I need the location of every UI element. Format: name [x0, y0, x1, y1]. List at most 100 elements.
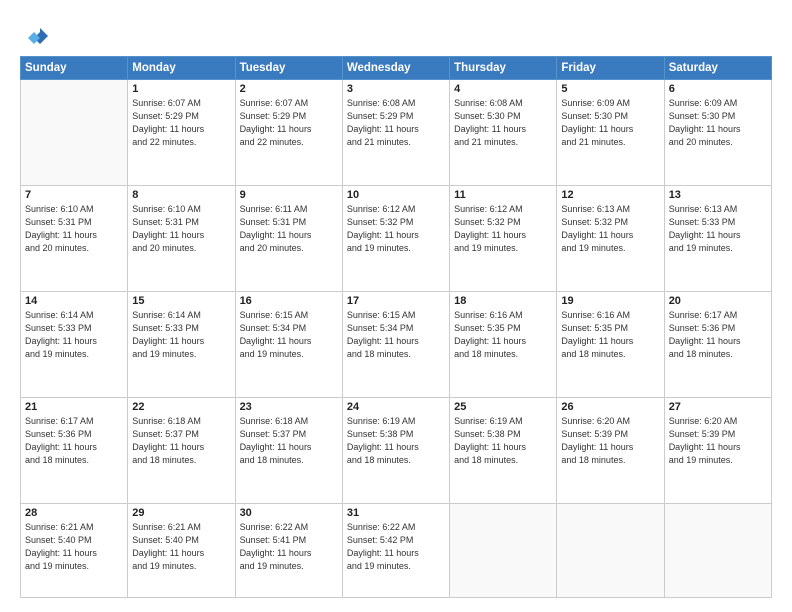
day-number: 10: [347, 189, 445, 201]
day-info: Sunrise: 6:15 AM Sunset: 5:34 PM Dayligh…: [347, 309, 445, 361]
calendar-cell: 11 Sunrise: 6:12 AM Sunset: 5:32 PM Dayli…: [450, 185, 557, 291]
day-info: Sunrise: 6:09 AM Sunset: 5:30 PM Dayligh…: [669, 97, 767, 149]
calendar-cell: 21 Sunrise: 6:17 AM Sunset: 5:36 PM Dayli…: [21, 397, 128, 503]
weekday-header-row: SundayMondayTuesdayWednesdayThursdayFrid…: [21, 57, 772, 80]
day-number: 19: [561, 295, 659, 307]
day-info: Sunrise: 6:14 AM Sunset: 5:33 PM Dayligh…: [25, 309, 123, 361]
day-number: 6: [669, 83, 767, 95]
calendar-cell: 18 Sunrise: 6:16 AM Sunset: 5:35 PM Dayli…: [450, 291, 557, 397]
calendar-cell: 2 Sunrise: 6:07 AM Sunset: 5:29 PM Daylig…: [235, 80, 342, 186]
weekday-header-saturday: Saturday: [664, 57, 771, 80]
weekday-header-monday: Monday: [128, 57, 235, 80]
day-number: 12: [561, 189, 659, 201]
calendar-cell: 25 Sunrise: 6:19 AM Sunset: 5:38 PM Dayli…: [450, 397, 557, 503]
day-info: Sunrise: 6:08 AM Sunset: 5:29 PM Dayligh…: [347, 97, 445, 149]
day-info: Sunrise: 6:13 AM Sunset: 5:32 PM Dayligh…: [561, 203, 659, 255]
calendar-week-4: 21 Sunrise: 6:17 AM Sunset: 5:36 PM Dayli…: [21, 397, 772, 503]
weekday-header-thursday: Thursday: [450, 57, 557, 80]
day-number: 15: [132, 295, 230, 307]
day-info: Sunrise: 6:21 AM Sunset: 5:40 PM Dayligh…: [132, 521, 230, 573]
day-number: 20: [669, 295, 767, 307]
day-number: 7: [25, 189, 123, 201]
day-info: Sunrise: 6:18 AM Sunset: 5:37 PM Dayligh…: [132, 415, 230, 467]
day-number: 30: [240, 507, 338, 519]
day-number: 31: [347, 507, 445, 519]
day-number: 25: [454, 401, 552, 413]
calendar-cell: 23 Sunrise: 6:18 AM Sunset: 5:37 PM Dayli…: [235, 397, 342, 503]
day-info: Sunrise: 6:12 AM Sunset: 5:32 PM Dayligh…: [454, 203, 552, 255]
calendar-cell: 28 Sunrise: 6:21 AM Sunset: 5:40 PM Dayli…: [21, 503, 128, 598]
calendar-cell: 26 Sunrise: 6:20 AM Sunset: 5:39 PM Dayli…: [557, 397, 664, 503]
calendar-cell: 19 Sunrise: 6:16 AM Sunset: 5:35 PM Dayli…: [557, 291, 664, 397]
calendar-cell: 10 Sunrise: 6:12 AM Sunset: 5:32 PM Dayli…: [342, 185, 449, 291]
day-info: Sunrise: 6:21 AM Sunset: 5:40 PM Dayligh…: [25, 521, 123, 573]
weekday-header-sunday: Sunday: [21, 57, 128, 80]
day-info: Sunrise: 6:07 AM Sunset: 5:29 PM Dayligh…: [132, 97, 230, 149]
day-info: Sunrise: 6:22 AM Sunset: 5:41 PM Dayligh…: [240, 521, 338, 573]
day-number: 18: [454, 295, 552, 307]
day-info: Sunrise: 6:09 AM Sunset: 5:30 PM Dayligh…: [561, 97, 659, 149]
calendar-week-3: 14 Sunrise: 6:14 AM Sunset: 5:33 PM Dayli…: [21, 291, 772, 397]
day-number: 11: [454, 189, 552, 201]
calendar-cell: 4Sunrise: 6:08 AM Sunset: 5:30 PM Daylig…: [450, 80, 557, 186]
calendar-cell: 15 Sunrise: 6:14 AM Sunset: 5:33 PM Dayli…: [128, 291, 235, 397]
day-number: 26: [561, 401, 659, 413]
day-number: 13: [669, 189, 767, 201]
day-number: 23: [240, 401, 338, 413]
day-number: 17: [347, 295, 445, 307]
calendar-cell: [450, 503, 557, 598]
day-info: Sunrise: 6:17 AM Sunset: 5:36 PM Dayligh…: [669, 309, 767, 361]
day-info: Sunrise: 6:17 AM Sunset: 5:36 PM Dayligh…: [25, 415, 123, 467]
calendar-cell: 30 Sunrise: 6:22 AM Sunset: 5:41 PM Dayli…: [235, 503, 342, 598]
calendar-cell: 17 Sunrise: 6:15 AM Sunset: 5:34 PM Dayli…: [342, 291, 449, 397]
calendar-cell: 12 Sunrise: 6:13 AM Sunset: 5:32 PM Dayli…: [557, 185, 664, 291]
calendar-week-1: 1 Sunrise: 6:07 AM Sunset: 5:29 PM Daylig…: [21, 80, 772, 186]
day-number: 8: [132, 189, 230, 201]
day-number: 1: [132, 83, 230, 95]
day-info: Sunrise: 6:14 AM Sunset: 5:33 PM Dayligh…: [132, 309, 230, 361]
page: SundayMondayTuesdayWednesdayThursdayFrid…: [0, 0, 792, 612]
day-info: Sunrise: 6:16 AM Sunset: 5:35 PM Dayligh…: [454, 309, 552, 361]
day-info: Sunrise: 6:20 AM Sunset: 5:39 PM Dayligh…: [669, 415, 767, 467]
calendar-cell: 20 Sunrise: 6:17 AM Sunset: 5:36 PM Dayli…: [664, 291, 771, 397]
day-number: 14: [25, 295, 123, 307]
day-info: Sunrise: 6:16 AM Sunset: 5:35 PM Dayligh…: [561, 309, 659, 361]
header: [20, 18, 772, 50]
day-info: Sunrise: 6:13 AM Sunset: 5:33 PM Dayligh…: [669, 203, 767, 255]
day-info: Sunrise: 6:11 AM Sunset: 5:31 PM Dayligh…: [240, 203, 338, 255]
day-number: 27: [669, 401, 767, 413]
day-info: Sunrise: 6:19 AM Sunset: 5:38 PM Dayligh…: [454, 415, 552, 467]
day-number: 29: [132, 507, 230, 519]
day-number: 22: [132, 401, 230, 413]
day-number: 21: [25, 401, 123, 413]
day-info: Sunrise: 6:10 AM Sunset: 5:31 PM Dayligh…: [132, 203, 230, 255]
weekday-header-wednesday: Wednesday: [342, 57, 449, 80]
calendar-cell: 13 Sunrise: 6:13 AM Sunset: 5:33 PM Dayli…: [664, 185, 771, 291]
calendar-cell: 14 Sunrise: 6:14 AM Sunset: 5:33 PM Dayli…: [21, 291, 128, 397]
day-info: Sunrise: 6:12 AM Sunset: 5:32 PM Dayligh…: [347, 203, 445, 255]
day-info: Sunrise: 6:15 AM Sunset: 5:34 PM Dayligh…: [240, 309, 338, 361]
day-number: 9: [240, 189, 338, 201]
day-info: Sunrise: 6:20 AM Sunset: 5:39 PM Dayligh…: [561, 415, 659, 467]
calendar-table: SundayMondayTuesdayWednesdayThursdayFrid…: [20, 56, 772, 598]
calendar-cell: [557, 503, 664, 598]
day-number: 3: [347, 83, 445, 95]
day-number: 28: [25, 507, 123, 519]
day-info: Sunrise: 6:07 AM Sunset: 5:29 PM Dayligh…: [240, 97, 338, 149]
calendar-week-5: 28 Sunrise: 6:21 AM Sunset: 5:40 PM Dayli…: [21, 503, 772, 598]
calendar-cell: 31Sunrise: 6:22 AM Sunset: 5:42 PM Dayli…: [342, 503, 449, 598]
calendar-week-2: 7 Sunrise: 6:10 AM Sunset: 5:31 PM Daylig…: [21, 185, 772, 291]
calendar-cell: 24Sunrise: 6:19 AM Sunset: 5:38 PM Dayli…: [342, 397, 449, 503]
day-info: Sunrise: 6:10 AM Sunset: 5:31 PM Dayligh…: [25, 203, 123, 255]
calendar-cell: 5Sunrise: 6:09 AM Sunset: 5:30 PM Daylig…: [557, 80, 664, 186]
logo: [20, 22, 52, 50]
calendar-cell: 3 Sunrise: 6:08 AM Sunset: 5:29 PM Daylig…: [342, 80, 449, 186]
day-number: 16: [240, 295, 338, 307]
calendar-cell: 8 Sunrise: 6:10 AM Sunset: 5:31 PM Daylig…: [128, 185, 235, 291]
calendar-cell: 1 Sunrise: 6:07 AM Sunset: 5:29 PM Daylig…: [128, 80, 235, 186]
day-info: Sunrise: 6:18 AM Sunset: 5:37 PM Dayligh…: [240, 415, 338, 467]
day-number: 2: [240, 83, 338, 95]
weekday-header-friday: Friday: [557, 57, 664, 80]
weekday-header-tuesday: Tuesday: [235, 57, 342, 80]
calendar-cell: [664, 503, 771, 598]
